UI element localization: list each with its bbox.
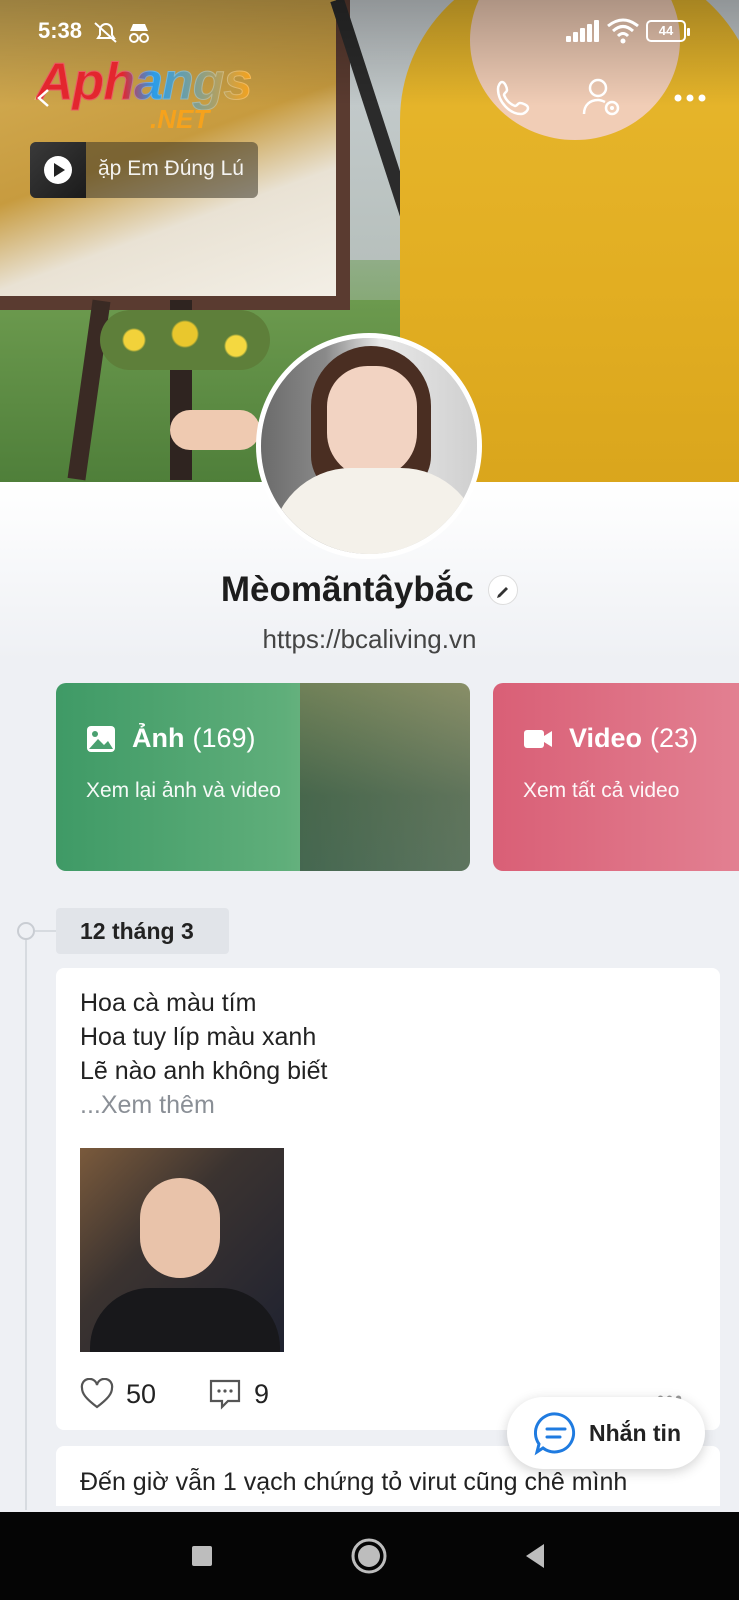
image-icon bbox=[87, 725, 115, 752]
chat-bubble-icon bbox=[533, 1412, 576, 1456]
recent-apps-icon[interactable] bbox=[180, 1534, 224, 1578]
battery-icon: 44 bbox=[646, 20, 690, 42]
like-button[interactable]: 50 bbox=[80, 1378, 156, 1410]
like-count: 50 bbox=[126, 1378, 157, 1409]
message-button-label: Nhắn tin bbox=[589, 1419, 681, 1446]
photos-card-label: Ảnh bbox=[132, 723, 185, 753]
photos-card-count: (169) bbox=[192, 723, 256, 753]
videos-card-subtitle: Xem tất cả video bbox=[523, 779, 680, 802]
timeline-dot bbox=[17, 922, 35, 940]
video-camera-icon bbox=[524, 729, 552, 748]
call-icon[interactable] bbox=[492, 76, 536, 120]
post-actions: 50 9 bbox=[80, 1376, 321, 1412]
signal-icon bbox=[566, 20, 600, 42]
profile-settings-icon[interactable] bbox=[580, 76, 624, 120]
post-line: Lẽ nào anh không biết bbox=[80, 1057, 328, 1085]
post-photo[interactable] bbox=[80, 1148, 284, 1352]
home-icon[interactable] bbox=[347, 1534, 391, 1578]
videos-card-count: (23) bbox=[650, 723, 699, 753]
profile-name-row: Mèomãntâybắc bbox=[0, 570, 739, 610]
videos-card[interactable]: Video (23) Xem tất cả video bbox=[493, 683, 739, 871]
message-button[interactable]: Nhắn tin bbox=[507, 1397, 705, 1469]
comment-button[interactable]: 9 bbox=[208, 1378, 269, 1410]
music-title: ặp Em Đúng Lú bbox=[98, 157, 244, 180]
videos-card-label: Video bbox=[569, 723, 643, 753]
wifi-icon bbox=[607, 18, 639, 44]
post-text: Đến giờ vẫn 1 vạch chứng tỏ virut cũng c… bbox=[80, 1468, 628, 1496]
heart-icon bbox=[80, 1378, 114, 1409]
timeline-line bbox=[25, 930, 27, 1510]
back-nav-icon[interactable] bbox=[514, 1534, 558, 1578]
post-text[interactable]: Hoa cà màu tím Hoa tuy líp màu xanh Lẽ n… bbox=[80, 986, 327, 1122]
more-options-icon[interactable] bbox=[670, 76, 714, 120]
edit-name-button[interactable] bbox=[488, 575, 519, 605]
incognito-icon bbox=[129, 24, 149, 43]
post-line: Hoa tuy líp màu xanh bbox=[80, 1023, 317, 1051]
comment-count: 9 bbox=[254, 1378, 270, 1409]
profile-name: Mèomãntâybắc bbox=[220, 570, 474, 609]
pencil-icon bbox=[497, 587, 509, 598]
play-icon[interactable] bbox=[44, 156, 72, 184]
profile-bio: https://bcaliving.vn bbox=[262, 624, 477, 654]
back-arrow-icon[interactable] bbox=[34, 88, 54, 108]
mute-bell-icon bbox=[94, 22, 117, 43]
profile-music-player[interactable]: ặp Em Đúng Lú bbox=[30, 142, 258, 198]
see-more-link[interactable]: ...Xem thêm bbox=[80, 1088, 327, 1122]
system-nav-bar bbox=[0, 1512, 739, 1600]
photos-card-subtitle: Xem lại ảnh và video bbox=[86, 779, 281, 802]
watermark-logo: Aphangs .NET bbox=[35, 53, 252, 135]
photos-card[interactable]: Ảnh (169) Xem lại ảnh và video bbox=[56, 683, 470, 871]
comment-icon bbox=[209, 1379, 241, 1410]
photos-card-preview bbox=[300, 683, 470, 871]
avatar[interactable] bbox=[256, 333, 482, 559]
timeline-connector bbox=[35, 930, 57, 932]
post-card[interactable]: Hoa cà màu tím Hoa tuy líp màu xanh Lẽ n… bbox=[56, 968, 720, 1430]
status-time: 5:38 bbox=[38, 18, 83, 43]
timeline-date: 12 tháng 3 bbox=[56, 908, 229, 954]
post-line: Hoa cà màu tím bbox=[80, 989, 257, 1017]
